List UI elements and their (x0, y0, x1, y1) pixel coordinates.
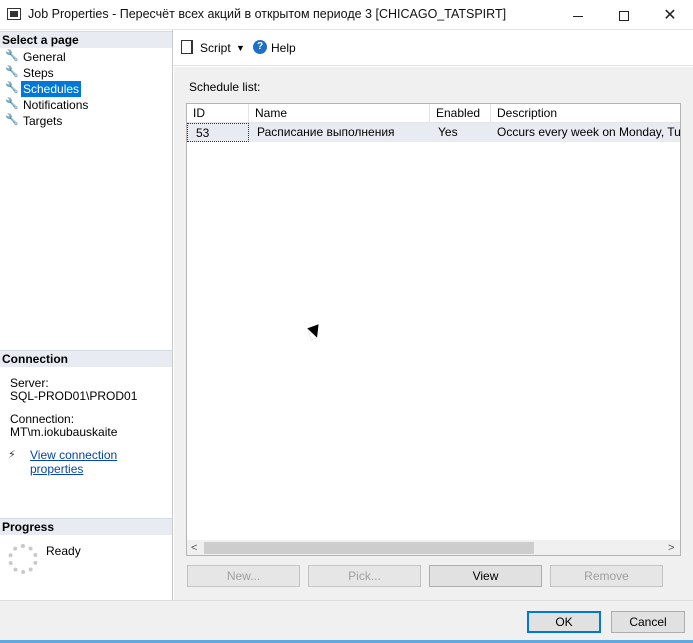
cancel-button[interactable]: Cancel (611, 611, 685, 633)
cell-id[interactable]: 53 (187, 123, 249, 142)
page-item-label: Notifications (23, 98, 89, 112)
wrench-icon: 🔧 (5, 82, 19, 94)
wrench-icon: 🔧 (5, 98, 19, 110)
column-header-name[interactable]: Name (249, 104, 430, 123)
progress-status: Ready (46, 544, 81, 558)
page-item-notifications[interactable]: 🔧 Notifications (0, 97, 172, 113)
wrench-icon: 🔧 (5, 50, 19, 62)
help-button[interactable]: Help (271, 39, 296, 57)
page-item-label: General (23, 50, 66, 64)
close-icon: ✕ (663, 7, 677, 24)
help-icon[interactable]: ? (253, 40, 267, 54)
close-button[interactable]: ✕ (647, 0, 693, 30)
connection-header: Connection (0, 350, 172, 367)
pick-button[interactable]: Pick... (308, 565, 421, 587)
server-value: SQL-PROD01\PROD01 (10, 389, 138, 403)
scroll-right-icon[interactable]: > (668, 540, 678, 555)
minimize-button[interactable] (555, 0, 601, 30)
select-page-header: Select a page (0, 31, 172, 48)
scrollbar-thumb[interactable] (204, 542, 534, 554)
page-item-label: Schedules (21, 81, 82, 97)
column-header-enabled[interactable]: Enabled (430, 104, 491, 123)
wrench-icon: 🔧 (5, 114, 19, 126)
connection-value: MT\m.iokubauskaite (10, 425, 118, 439)
connection-label: Connection: (10, 412, 75, 426)
new-button[interactable]: New... (187, 565, 300, 587)
page-item-schedules[interactable]: 🔧 Schedules (0, 81, 172, 97)
script-icon[interactable] (181, 40, 193, 54)
progress-header: Progress (0, 518, 172, 535)
main-content: Schedule list: ID Name Enabled Descripti… (174, 67, 693, 600)
page-item-targets[interactable]: 🔧 Targets (0, 113, 172, 129)
cell-name[interactable]: Расписание выполнения (249, 123, 430, 142)
page-item-label: Steps (23, 66, 54, 80)
server-label: Server: (10, 376, 49, 390)
progress-spinner-icon (8, 544, 38, 574)
page-item-general[interactable]: 🔧 General (0, 49, 172, 65)
app-window-icon (7, 8, 21, 20)
minimize-icon (573, 15, 583, 17)
maximize-button[interactable] (601, 0, 647, 30)
page-item-steps[interactable]: 🔧 Steps (0, 65, 172, 81)
script-button[interactable]: Script (200, 39, 231, 57)
grid-header: ID Name Enabled Description (187, 104, 680, 123)
scroll-left-icon[interactable]: < (191, 540, 201, 555)
schedule-grid[interactable]: ID Name Enabled Description 53 Расписани… (186, 103, 681, 556)
wrench-icon: 🔧 (5, 66, 19, 78)
cell-enabled[interactable]: Yes (430, 123, 491, 142)
ok-button[interactable]: OK (527, 611, 601, 633)
schedule-list-label: Schedule list: (189, 80, 261, 94)
column-header-id[interactable]: ID (187, 104, 249, 123)
cell-description[interactable]: Occurs every week on Monday, Tuesday (491, 123, 680, 142)
title-bar: Job Properties - Пересчёт всех акций в о… (0, 0, 693, 30)
script-dropdown-arrow-icon[interactable]: ▼ (236, 39, 245, 57)
window-title: Job Properties - Пересчёт всех акций в о… (28, 7, 507, 21)
page-item-label: Targets (23, 114, 63, 128)
remove-button[interactable]: Remove (550, 565, 663, 587)
left-panel: Select a page 🔧 General 🔧 Steps 🔧 Schedu… (0, 30, 173, 600)
view-connection-properties-link[interactable]: View connection properties (30, 448, 172, 476)
dialog-footer: OK Cancel (0, 600, 693, 643)
table-row[interactable]: 53 Расписание выполнения Yes Occurs ever… (187, 123, 680, 142)
column-header-description[interactable]: Description (491, 104, 680, 123)
maximize-icon (619, 11, 629, 22)
toolbar: Script ▼ ? Help (174, 30, 693, 66)
horizontal-scrollbar[interactable]: < > (187, 540, 680, 555)
connection-plug-icon: ⚡ (8, 449, 16, 461)
view-button[interactable]: View (429, 565, 542, 587)
